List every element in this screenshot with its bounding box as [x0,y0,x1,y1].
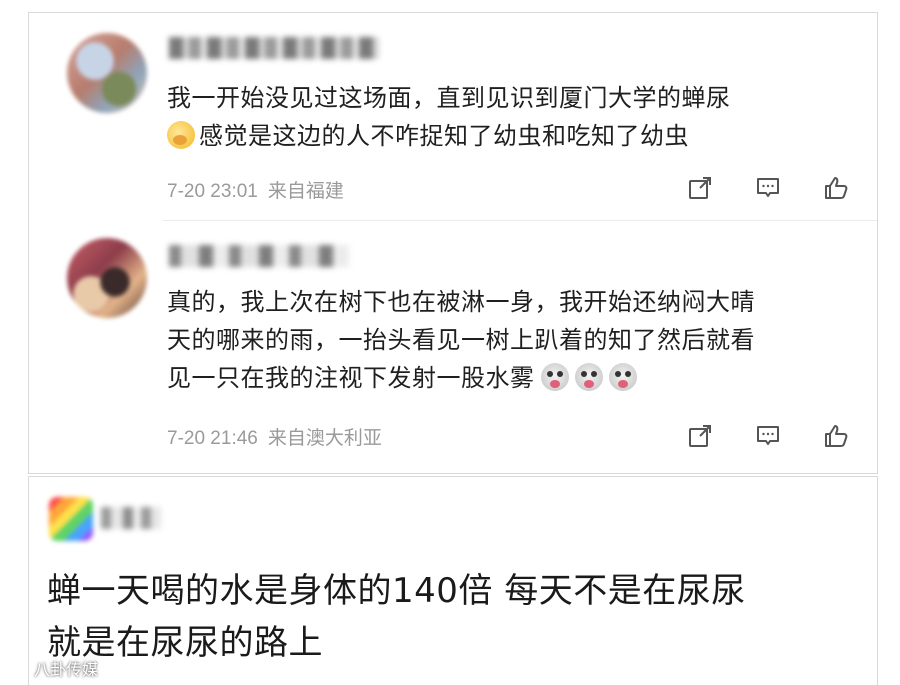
comment-text-line: 真的，我上次在树下也在被淋一身，我开始还纳闷大晴 [167,288,755,316]
comment-text-fragment: 见一只在我的注视下发射一股水雾 [167,364,535,392]
username-blurred[interactable] [169,37,379,59]
comment-text-line: 见一只在我的注视下发射一股水雾 [167,359,857,397]
comment-time: 7-20 21:46 [167,428,258,449]
comment-actions [685,421,851,451]
like-icon [825,177,848,199]
comment-text-line: 感觉是这边的人不咋捉知了幼虫和吃知了幼虫 [167,117,857,155]
comment-time: 7-20 23:01 [167,181,258,202]
post-text-line: 就是在尿尿的路上 [47,623,323,663]
comment-text-line: 我一开始没见过这场面，直到见识到厦门大学的蝉尿 [167,84,731,112]
like-icon [825,425,848,447]
like-button[interactable] [821,421,851,451]
like-button[interactable] [821,173,851,203]
watermark-logo-icon [8,660,24,674]
watermark: 八卦传媒 [6,656,98,680]
comment-text-fragment: 感觉是这边的人不咋捉知了幼虫和吃知了幼虫 [199,122,689,150]
comment-text: 我一开始没见过这场面，直到见识到厦门大学的蝉尿 感觉是这边的人不咋捉知了幼虫和吃… [167,79,857,155]
post-card: 蝉一天喝的水是身体的140倍 每天不是在尿尿 就是在尿尿的路上 [28,476,878,685]
reply-button[interactable] [753,421,783,451]
post-text: 蝉一天喝的水是身体的140倍 每天不是在尿尿 就是在尿尿的路上 [47,565,867,669]
comment-icon [757,178,779,197]
share-icon [689,177,711,199]
shocked-face-emoji-icon [608,363,637,391]
comment-actions [685,173,851,203]
share-button[interactable] [685,173,715,203]
avatar[interactable] [67,33,147,113]
comment-meta: 7-20 21:46 来自澳大利亚 [167,423,382,450]
comment-text: 真的，我上次在树下也在被淋一身，我开始还纳闷大晴 天的哪来的雨，一抬头看见一树上… [167,283,857,397]
share-icon [689,425,711,447]
shocked-face-emoji-icon [540,363,569,391]
comment-item: 我一开始没见过这场面，直到见识到厦门大学的蝉尿 感觉是这边的人不咋捉知了幼虫和吃… [29,13,877,225]
watermark-text: 八卦传媒 [34,660,99,679]
comment-thread-card: 我一开始没见过这场面，直到见识到厦门大学的蝉尿 感觉是这边的人不咋捉知了幼虫和吃… [28,12,878,474]
avatar[interactable] [67,238,147,318]
username-blurred[interactable] [101,507,161,529]
comment-source: 来自福建 [267,181,344,202]
comment-meta: 7-20 23:01 来自福建 [167,176,344,203]
divider [163,220,877,221]
post-text-line: 蝉一天喝的水是身体的140倍 每天不是在尿尿 [47,571,746,611]
share-button[interactable] [685,421,715,451]
comment-item: 真的，我上次在树下也在被淋一身，我开始还纳闷大晴 天的哪来的雨，一抬头看见一树上… [29,225,877,475]
comment-icon [757,426,779,445]
avatar[interactable] [49,497,93,541]
reply-button[interactable] [753,173,783,203]
comment-source: 来自澳大利亚 [267,428,382,449]
yawn-emoji-icon [167,121,195,149]
username-blurred[interactable] [169,245,349,267]
shocked-face-emoji-icon [574,363,603,391]
comment-text-line: 天的哪来的雨，一抬头看见一树上趴着的知了然后就看 [167,326,755,354]
